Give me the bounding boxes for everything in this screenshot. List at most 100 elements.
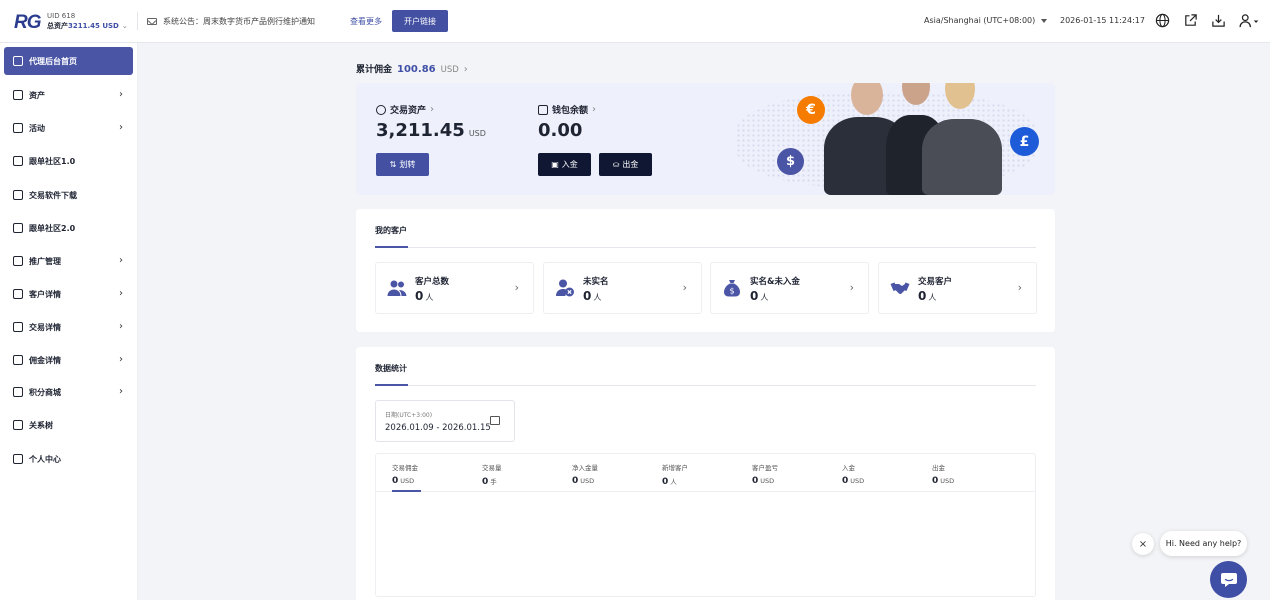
metric-unit: USD: [400, 477, 415, 485]
data-statistics-tab[interactable]: 数据统计: [375, 363, 407, 374]
total-commission[interactable]: 累计佣金 100.86 USD ›: [356, 62, 468, 75]
system-notice[interactable]: 系统公告：周末数字货币产品例行维护通知: [147, 16, 315, 27]
calendar-icon: [490, 416, 500, 425]
coins-icon: [13, 387, 23, 397]
download-icon: [13, 190, 23, 200]
withdraw-button[interactable]: ⛀ 出金: [599, 153, 652, 176]
sidebar-item-copy-community-1[interactable]: 跟单社区1.0: [4, 147, 133, 175]
chat-launcher-button[interactable]: [1210, 561, 1247, 598]
sidebar-item-software-download[interactable]: 交易软件下载: [4, 181, 133, 209]
metric-customer-pnl[interactable]: 客户盈亏 0 USD: [752, 462, 778, 486]
chat-close-button[interactable]: ×: [1132, 533, 1154, 555]
notice-text: 系统公告：周末数字货币产品例行维护通知: [163, 17, 315, 26]
data-statistics-card: 数据统计 日期(UTC+3:00) 2026.01.09 - 2026.01.1…: [356, 347, 1055, 600]
sidebar-item-commission-details[interactable]: 佣金详情 ›: [4, 346, 133, 374]
chevron-right-icon: ›: [463, 64, 468, 75]
metric-net-deposit[interactable]: 净入金量 0 USD: [572, 462, 598, 486]
transfer-button[interactable]: ⇅ 划转: [376, 153, 429, 176]
stat-trading-customers[interactable]: 交易客户 0人 ›: [878, 262, 1037, 314]
deposit-button[interactable]: ▣ 入金: [538, 153, 591, 176]
stat-unverified[interactable]: 未实名 0人 ›: [543, 262, 702, 314]
metric-withdraw[interactable]: 出金 0 USD: [932, 462, 954, 486]
download-icon[interactable]: [1211, 13, 1226, 28]
metric-new-customers[interactable]: 新增客户 0 人: [662, 462, 688, 487]
metric-trade-commission[interactable]: 交易佣金 0 USD: [392, 462, 418, 486]
sidebar-item-relation-tree[interactable]: 关系树: [4, 411, 133, 439]
sidebar-item-activities[interactable]: 活动 ›: [4, 114, 133, 142]
metric-number: 0: [392, 476, 399, 486]
timezone-value: Asia/Shanghai (UTC+08:00): [924, 16, 1036, 25]
chevron-right-icon: ›: [592, 104, 597, 115]
date-range-picker[interactable]: 日期(UTC+3:00) 2026.01.09 - 2026.01.15: [375, 400, 515, 442]
deposit-icon: ▣: [551, 160, 559, 169]
chevron-down-icon[interactable]: ⌄: [122, 22, 128, 30]
stat-unit: 人: [425, 293, 434, 302]
handshake-icon: [890, 282, 910, 295]
current-datetime: 2026-01-15 11:24:17: [1060, 16, 1145, 25]
stat-unit: 人: [593, 293, 602, 302]
stat-value: 0人: [415, 289, 433, 303]
open-account-link-button[interactable]: 开户链接: [392, 10, 448, 32]
share-icon: [13, 256, 23, 266]
trading-assets-value: 3,211.45 USD: [376, 120, 486, 141]
stat-label: 客户总数: [415, 277, 450, 287]
my-customers-tab[interactable]: 我的客户: [375, 225, 407, 236]
stat-label: 交易客户: [918, 277, 953, 287]
metric-value: 0 USD: [572, 476, 598, 486]
metric-volume[interactable]: 交易量 0 手: [482, 462, 502, 487]
sidebar-item-label: 跟单社区1.0: [29, 156, 76, 166]
stat-total-customers[interactable]: 客户总数 0人 ›: [375, 262, 534, 314]
deposit-label: 入金: [561, 160, 578, 169]
metric-unit: USD: [850, 477, 865, 485]
sidebar-item-label: 交易软件下载: [29, 190, 77, 200]
trading-assets-link[interactable]: 交易资产 ›: [376, 103, 434, 116]
metric-label: 交易佣金: [392, 464, 418, 472]
wallet-balance-link[interactable]: 钱包余额 ›: [538, 103, 596, 116]
sidebar-item-copy-community-2[interactable]: 跟单社区2.0: [4, 214, 133, 242]
metric-label: 出金: [932, 464, 945, 472]
metric-label: 交易量: [482, 464, 502, 472]
person-right: [922, 119, 1002, 195]
header-divider: [137, 12, 138, 30]
caret-down-icon: [1041, 18, 1048, 23]
sidebar-item-label: 关系树: [29, 420, 53, 430]
sidebar-item-assets[interactable]: 资产 ›: [4, 81, 133, 109]
bank-icon: [13, 223, 23, 233]
assets-label: 总资产: [47, 22, 68, 30]
wallet-icon: [538, 104, 548, 115]
metric-deposit[interactable]: 入金 0 USD: [842, 462, 864, 486]
bank-icon: [13, 355, 23, 365]
sidebar-item-dashboard[interactable]: 代理后台首页: [4, 47, 133, 75]
user-menu-icon[interactable]: [1238, 13, 1260, 28]
sidebar-item-label: 资产: [29, 90, 45, 100]
sidebar-item-points-mall[interactable]: 积分商城 ›: [4, 378, 133, 406]
stat-number: 0: [918, 289, 927, 303]
timezone-select[interactable]: Asia/Shanghai (UTC+08:00): [924, 16, 1048, 25]
globe-icon[interactable]: [1155, 13, 1170, 28]
sidebar-item-trade-details[interactable]: 交易详情 ›: [4, 313, 133, 341]
dollar-coin-icon: $: [777, 148, 804, 175]
sidebar-item-customer-details[interactable]: 客户详情 ›: [4, 280, 133, 308]
sidebar-item-label: 交易详情: [29, 322, 61, 332]
chevron-right-icon: ›: [514, 281, 519, 294]
document-icon: [13, 322, 23, 332]
chevron-right-icon: ›: [682, 281, 687, 294]
external-link-icon[interactable]: [1183, 13, 1198, 28]
account-summary[interactable]: UID 618 总资产3211.45 USD ⌄: [47, 12, 128, 31]
view-more-link[interactable]: 查看更多: [350, 16, 382, 27]
tab-divider: [375, 247, 1036, 248]
chevron-right-icon: ›: [119, 288, 123, 299]
sidebar-item-promotion[interactable]: 推广管理 ›: [4, 247, 133, 275]
sidebar-item-profile[interactable]: 个人中心: [4, 445, 133, 473]
stat-number: 0: [750, 289, 759, 303]
chevron-right-icon: ›: [430, 104, 435, 115]
chevron-right-icon: ›: [119, 89, 123, 100]
stat-verified-no-deposit[interactable]: $ 实名&未入金 0人 ›: [710, 262, 869, 314]
metric-number: 0: [572, 476, 579, 486]
metric-value: 0 USD: [932, 476, 954, 486]
brand-logo[interactable]: RG: [14, 12, 41, 34]
stat-value: 0人: [750, 289, 768, 303]
chat-greeting-bubble[interactable]: Hi. Need any help?: [1160, 531, 1247, 556]
total-assets: 总资产3211.45 USD ⌄: [47, 21, 128, 31]
tree-icon: [13, 420, 23, 430]
